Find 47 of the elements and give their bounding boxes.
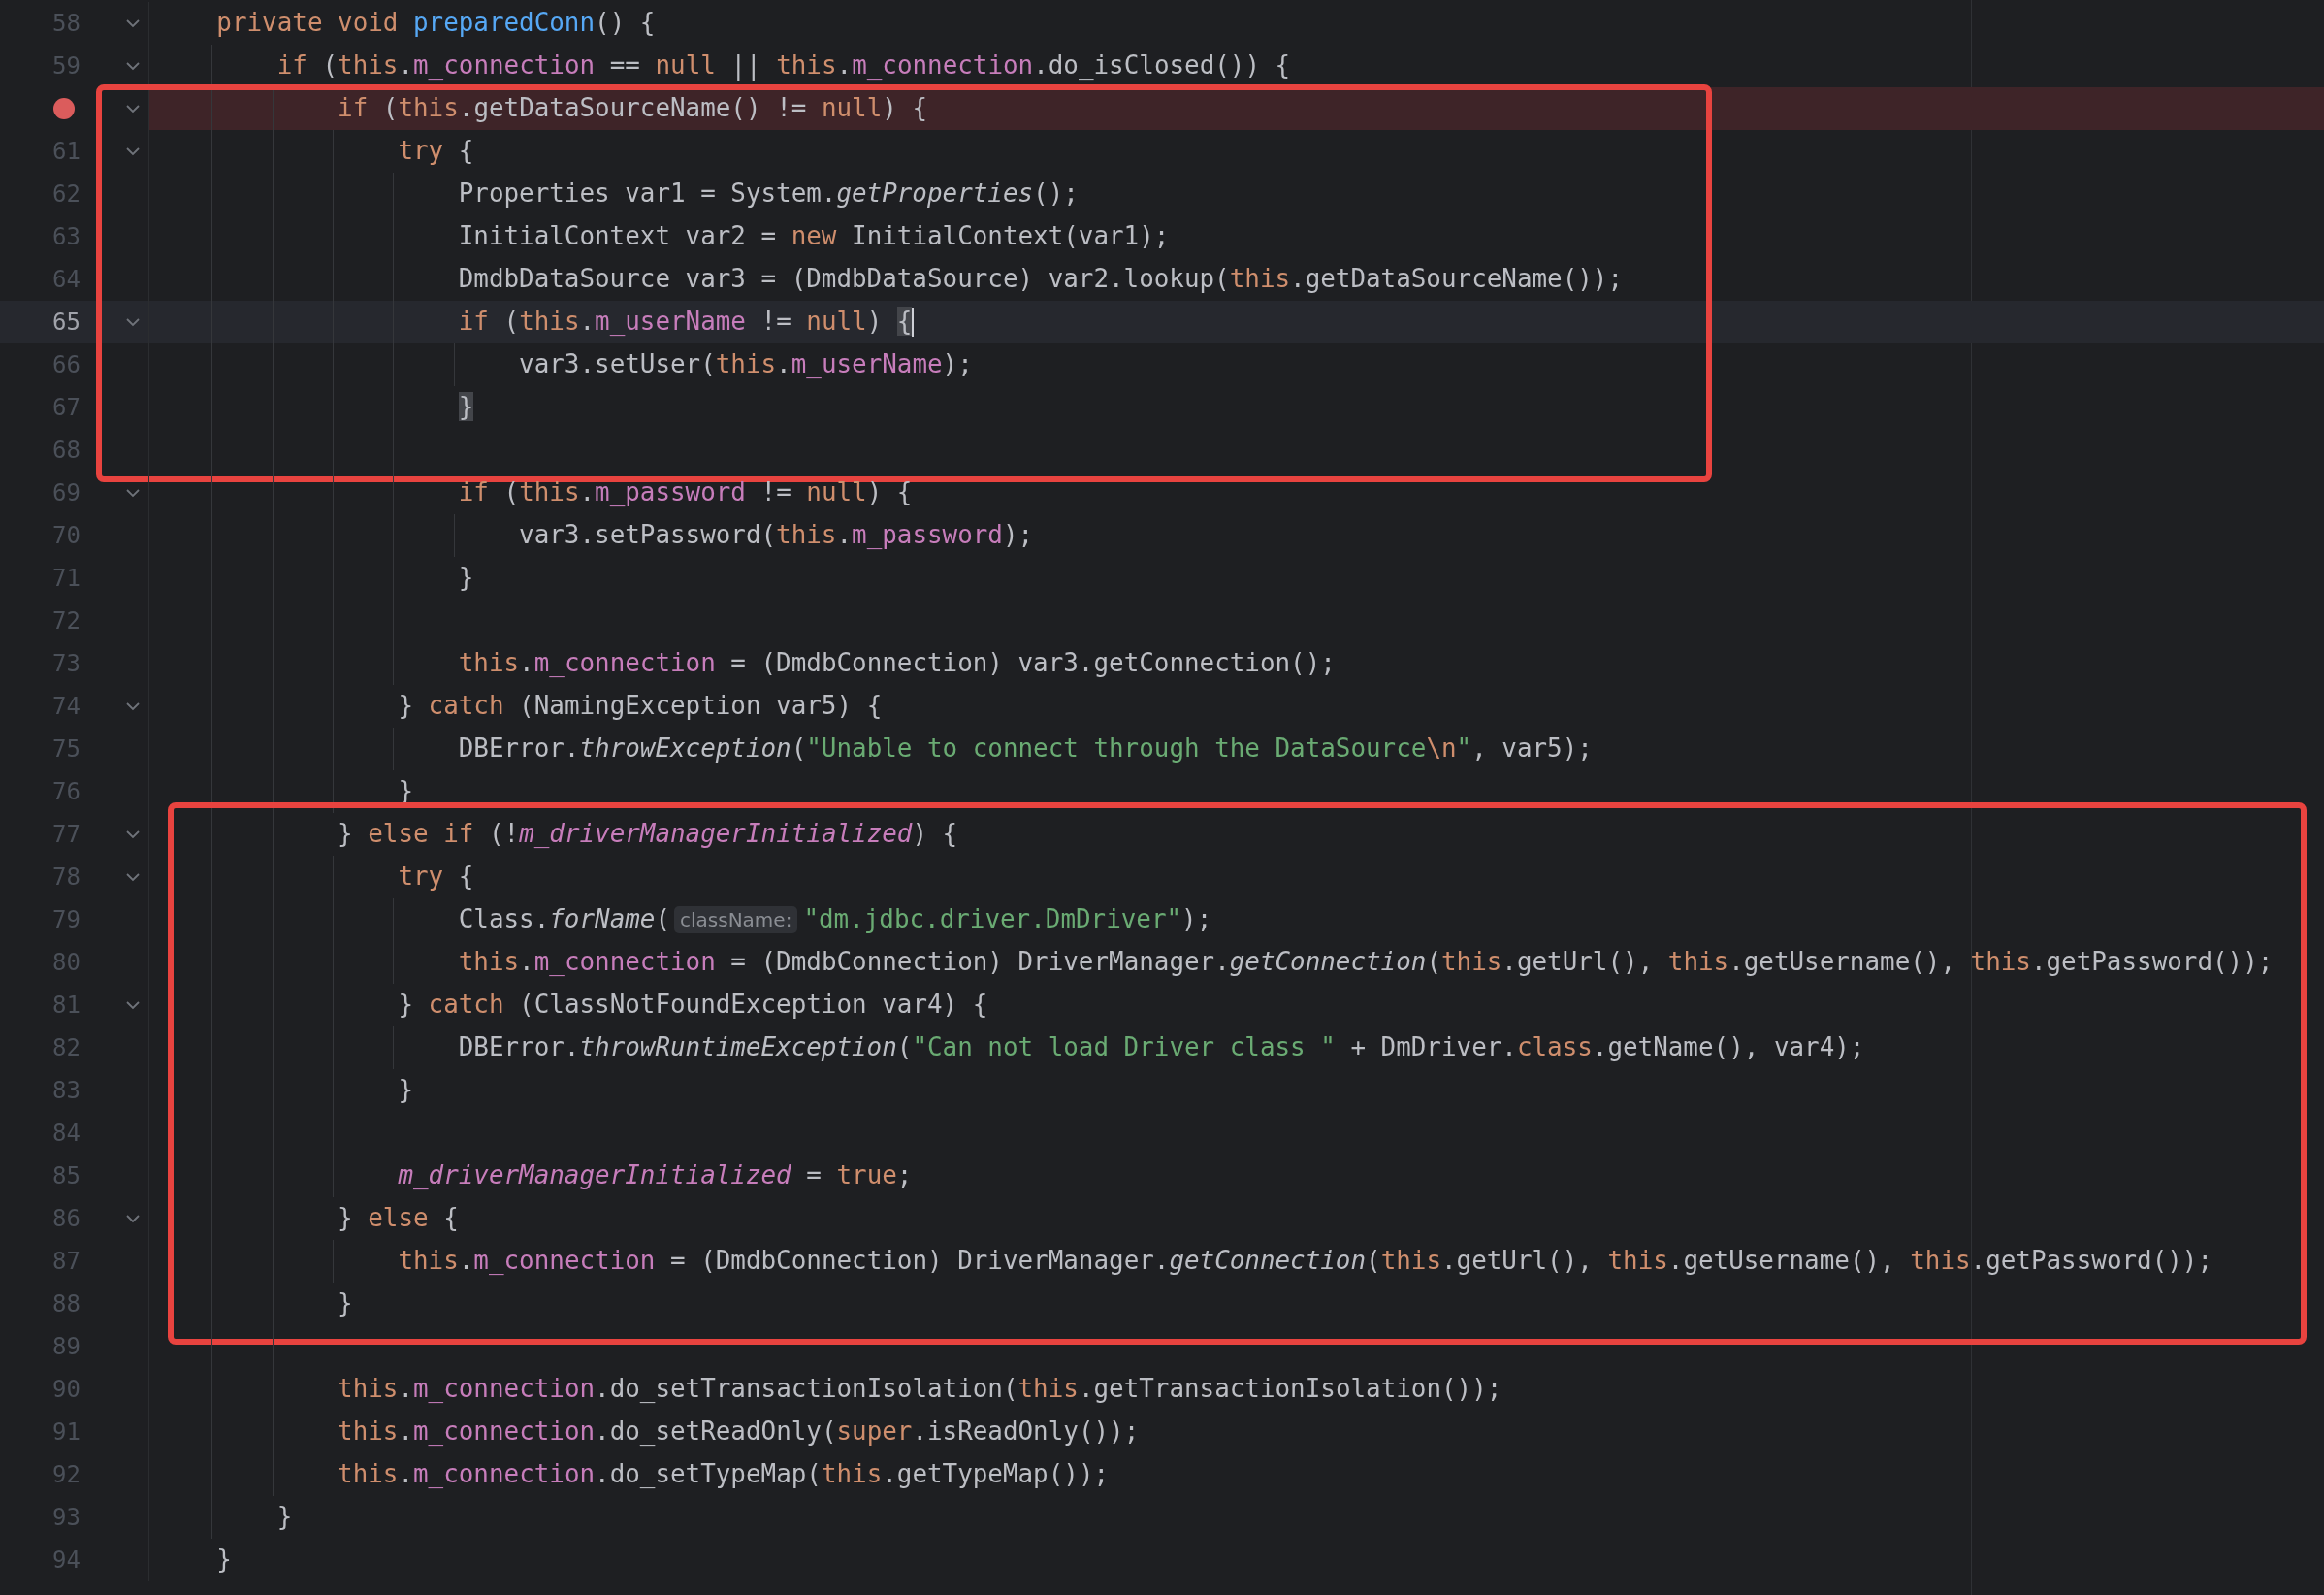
code-text: } else {: [338, 1203, 459, 1234]
fold-chevron-icon[interactable]: [125, 1000, 141, 1010]
line-number: 65: [52, 310, 81, 334]
code-text: }: [458, 392, 474, 423]
code-text: try {: [398, 862, 474, 893]
code-text: var3.setUser(this.m_userName);: [519, 349, 973, 380]
code-text: DBError.throwRuntimeException("Can not load Driver class " + DmDriver.class.getName(), var4);: [458, 1032, 1865, 1063]
code-text: DBError.throwException("Unable to connect through the DataSource\n", var5);: [458, 733, 1593, 765]
code-text: Properties var1 = System.getProperties();: [458, 179, 1079, 210]
code-text: m_driverManagerInitialized = true;: [398, 1160, 913, 1191]
fold-chevron-icon[interactable]: [125, 701, 141, 711]
code-text: }: [398, 1075, 413, 1106]
fold-chevron-icon[interactable]: [125, 61, 141, 71]
code-text: this.m_connection = (DmdbConnection) DriverManager.getConnection(this.getUrl(), this.getUsername(), this.getPassword());: [398, 1246, 2212, 1277]
code-text: "dm.jdbc.driver.DmDriver");: [803, 904, 1212, 935]
code-text: private void preparedConn() {: [216, 8, 656, 39]
code-text: }: [216, 1545, 232, 1576]
code-text: this.m_connection.do_setReadOnly(super.isReadOnly());: [338, 1416, 1140, 1448]
fold-chevron-icon[interactable]: [125, 872, 141, 882]
code-text: }: [276, 1502, 293, 1533]
fold-chevron-icon[interactable]: [125, 830, 141, 839]
code-text: this.m_connection = (DmdbConnection) var3.getConnection();: [458, 648, 1336, 679]
breakpoint-icon[interactable]: [53, 98, 75, 119]
code-text: if (this.getDataSourceName() != null) {: [338, 93, 928, 124]
fold-chevron-icon[interactable]: [125, 18, 141, 28]
code-text: InitialContext var2 = new InitialContext(var1);: [458, 221, 1170, 252]
code-text: if (this.m_connection == null || this.m_connection.do_isClosed()) {: [276, 50, 1291, 81]
code-text: this.m_connection.do_setTypeMap(this.getTypeMap());: [338, 1459, 1110, 1490]
code-text: if (this.m_password != null) {: [458, 477, 913, 508]
code-text: } else if (!m_driverManagerInitialized) {: [338, 819, 958, 850]
fold-chevron-icon[interactable]: [125, 104, 141, 114]
code-text: } catch (NamingException var5) {: [398, 691, 883, 722]
code-text: try {: [398, 136, 474, 167]
fold-chevron-icon[interactable]: [125, 488, 141, 498]
code-text: this.m_connection = (DmdbConnection) DriverManager.getConnection(this.getUrl(), this.getUsername(), this.getPassword());: [458, 947, 2274, 978]
code-text: Class.forName(: [458, 904, 670, 935]
code-text: } catch (ClassNotFoundException var4) {: [398, 990, 988, 1021]
fold-chevron-icon[interactable]: [125, 317, 141, 327]
code-text: if (this.m_userName != null) {: [458, 307, 913, 338]
fold-chevron-icon[interactable]: [125, 1214, 141, 1223]
code-text: this.m_connection.do_setTransactionIsolation(this.getTransactionIsolation());: [338, 1374, 1502, 1405]
code-text: }: [338, 1288, 353, 1319]
code-text: DmdbDataSource var3 = (DmdbDataSource) var2.lookup(this.getDataSourceName());: [458, 264, 1623, 295]
code-text: var3.setPassword(this.m_password);: [519, 520, 1034, 551]
code-text: }: [458, 563, 474, 594]
inlay-hint: className:: [674, 906, 798, 933]
fold-chevron-icon[interactable]: [125, 146, 141, 156]
